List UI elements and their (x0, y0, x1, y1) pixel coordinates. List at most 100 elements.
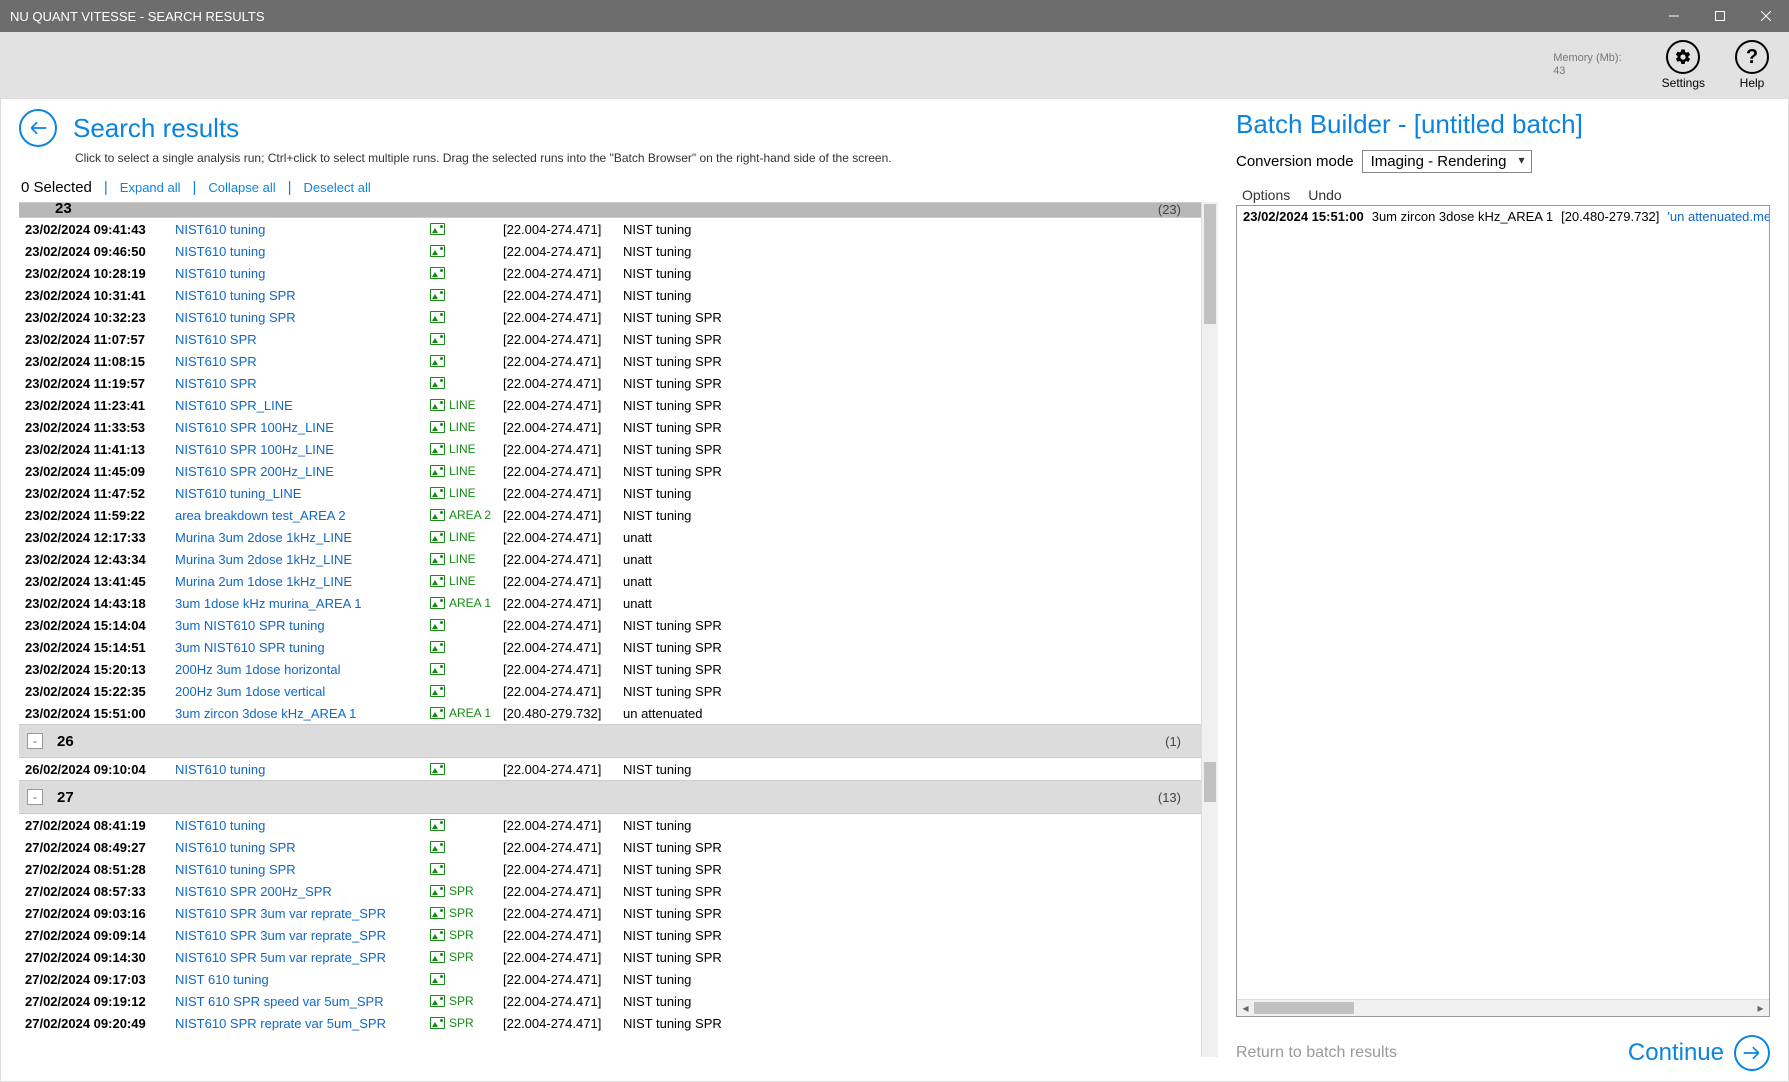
row-name-link[interactable]: NIST610 SPR 200Hz_SPR (175, 884, 425, 899)
result-row[interactable]: 23/02/2024 14:43:18 3um 1dose kHz murina… (19, 592, 1201, 614)
back-button[interactable] (19, 109, 57, 147)
row-name-link[interactable]: Murina 2um 1dose 1kHz_LINE (175, 574, 425, 589)
row-name-link[interactable]: NIST610 tuning (175, 244, 425, 259)
result-row[interactable]: 27/02/2024 09:19:12 NIST 610 SPR speed v… (19, 990, 1201, 1012)
result-row[interactable]: 27/02/2024 08:49:27 NIST610 tuning SPR [… (19, 836, 1201, 858)
row-name-link[interactable]: NIST610 tuning (175, 222, 425, 237)
result-row[interactable]: 27/02/2024 08:51:28 NIST610 tuning SPR [… (19, 858, 1201, 880)
row-name-link[interactable]: Murina 3um 2dose 1kHz_LINE (175, 552, 425, 567)
row-name-link[interactable]: NIST610 SPR 100Hz_LINE (175, 442, 425, 457)
result-row[interactable]: 27/02/2024 09:17:03 NIST 610 tuning [22.… (19, 968, 1201, 990)
row-name-link[interactable]: NIST610 tuning SPR (175, 310, 425, 325)
row-name-link[interactable]: NIST610 tuning (175, 762, 425, 777)
row-name-link[interactable]: 200Hz 3um 1dose horizontal (175, 662, 425, 677)
result-row[interactable]: 23/02/2024 11:59:22 area breakdown test_… (19, 504, 1201, 526)
settings-button[interactable]: Settings (1662, 40, 1705, 90)
return-to-batch-link[interactable]: Return to batch results (1236, 1044, 1397, 1062)
result-row[interactable]: 27/02/2024 08:41:19 NIST610 tuning [22.0… (19, 814, 1201, 836)
result-row[interactable]: 23/02/2024 15:51:00 3um zircon 3dose kHz… (19, 702, 1201, 724)
result-row[interactable]: 23/02/2024 11:19:57 NIST610 SPR [22.004-… (19, 372, 1201, 394)
result-row[interactable]: 23/02/2024 11:45:09 NIST610 SPR 200Hz_LI… (19, 460, 1201, 482)
help-button[interactable]: ? Help (1735, 40, 1769, 90)
row-name-link[interactable]: NIST610 SPR (175, 376, 425, 391)
row-name-link[interactable]: NIST610 tuning SPR (175, 840, 425, 855)
continue-button[interactable]: Continue (1628, 1035, 1770, 1071)
row-name-link[interactable]: NIST610 SPR_LINE (175, 398, 425, 413)
row-name-link[interactable]: 3um zircon 3dose kHz_AREA 1 (175, 706, 425, 721)
vertical-scrollbar[interactable] (1201, 202, 1218, 1057)
result-row[interactable]: 23/02/2024 11:47:52 NIST610 tuning_LINE … (19, 482, 1201, 504)
expand-all-link[interactable]: Expand all (120, 180, 181, 195)
row-name-link[interactable]: NIST610 SPR 3um var reprate_SPR (175, 928, 425, 943)
result-row[interactable]: 23/02/2024 15:20:13 200Hz 3um 1dose hori… (19, 658, 1201, 680)
collapse-toggle[interactable]: - (27, 733, 43, 749)
scrollbar-thumb[interactable] (1204, 204, 1216, 324)
group-header[interactable]: -26(1) (19, 724, 1201, 758)
memory-value: 43 (1553, 65, 1621, 78)
result-row[interactable]: 23/02/2024 11:33:53 NIST610 SPR 100Hz_LI… (19, 416, 1201, 438)
result-row[interactable]: 27/02/2024 09:14:30 NIST610 SPR 5um var … (19, 946, 1201, 968)
result-row[interactable]: 23/02/2024 11:08:15 NIST610 SPR [22.004-… (19, 350, 1201, 372)
group-header[interactable]: -27(13) (19, 780, 1201, 814)
result-row[interactable]: 23/02/2024 12:43:34 Murina 3um 2dose 1kH… (19, 548, 1201, 570)
row-name-link[interactable]: NIST610 SPR reprate var 5um_SPR (175, 1016, 425, 1031)
row-name-link[interactable]: 3um NIST610 SPR tuning (175, 640, 425, 655)
row-name-link[interactable]: NIST610 SPR 200Hz_LINE (175, 464, 425, 479)
close-button[interactable] (1743, 0, 1789, 32)
tab-undo[interactable]: Undo (1308, 187, 1341, 203)
row-name-link[interactable]: area breakdown test_AREA 2 (175, 508, 425, 523)
row-name-link[interactable]: NIST610 tuning SPR (175, 288, 425, 303)
result-row[interactable]: 27/02/2024 08:57:33 NIST610 SPR 200Hz_SP… (19, 880, 1201, 902)
collapse-all-link[interactable]: Collapse all (208, 180, 275, 195)
result-row[interactable]: 23/02/2024 09:46:50 NIST610 tuning [22.0… (19, 240, 1201, 262)
row-name-link[interactable]: 200Hz 3um 1dose vertical (175, 684, 425, 699)
maximize-button[interactable] (1697, 0, 1743, 32)
row-name-link[interactable]: NIST 610 tuning (175, 972, 425, 987)
row-name-link[interactable]: NIST610 tuning SPR (175, 862, 425, 877)
horizontal-scrollbar[interactable]: ◂ ▸ (1237, 999, 1769, 1016)
row-name-link[interactable]: NIST610 tuning (175, 266, 425, 281)
deselect-all-link[interactable]: Deselect all (304, 180, 371, 195)
collapse-toggle[interactable]: - (27, 789, 43, 805)
result-row[interactable]: 27/02/2024 09:20:49 NIST610 SPR reprate … (19, 1012, 1201, 1034)
row-name-link[interactable]: 3um NIST610 SPR tuning (175, 618, 425, 633)
result-row[interactable]: 23/02/2024 12:17:33 Murina 3um 2dose 1kH… (19, 526, 1201, 548)
results-list[interactable]: 23(23) 23/02/2024 09:41:43 NIST610 tunin… (19, 202, 1201, 1057)
result-row[interactable]: 27/02/2024 09:03:16 NIST610 SPR 3um var … (19, 902, 1201, 924)
row-name-link[interactable]: NIST610 SPR 5um var reprate_SPR (175, 950, 425, 965)
result-row[interactable]: 23/02/2024 13:41:45 Murina 2um 1dose 1kH… (19, 570, 1201, 592)
scroll-right-icon[interactable]: ▸ (1752, 1001, 1769, 1015)
batch-row[interactable]: 23/02/2024 15:51:00 3um zircon 3dose kHz… (1237, 206, 1769, 227)
result-row[interactable]: 23/02/2024 11:07:57 NIST610 SPR [22.004-… (19, 328, 1201, 350)
row-name-link[interactable]: NIST610 SPR (175, 354, 425, 369)
result-row[interactable]: 23/02/2024 10:28:19 NIST610 tuning [22.0… (19, 262, 1201, 284)
result-row[interactable]: 23/02/2024 15:14:51 3um NIST610 SPR tuni… (19, 636, 1201, 658)
scrollbar-track[interactable] (1254, 1000, 1752, 1016)
result-row[interactable]: 27/02/2024 09:09:14 NIST610 SPR 3um var … (19, 924, 1201, 946)
result-row[interactable]: 23/02/2024 09:41:43 NIST610 tuning [22.0… (19, 218, 1201, 240)
row-name-link[interactable]: NIST610 SPR (175, 332, 425, 347)
row-name-link[interactable]: NIST610 SPR 100Hz_LINE (175, 420, 425, 435)
group-header[interactable]: 23(23) (19, 202, 1201, 218)
result-row[interactable]: 23/02/2024 15:14:04 3um NIST610 SPR tuni… (19, 614, 1201, 636)
tab-options[interactable]: Options (1242, 187, 1290, 203)
row-name-link[interactable]: NIST610 tuning (175, 818, 425, 833)
result-row[interactable]: 23/02/2024 11:41:13 NIST610 SPR 100Hz_LI… (19, 438, 1201, 460)
result-row[interactable]: 23/02/2024 10:31:41 NIST610 tuning SPR [… (19, 284, 1201, 306)
scrollbar-thumb[interactable] (1204, 762, 1216, 802)
result-row[interactable]: 23/02/2024 11:23:41 NIST610 SPR_LINE LIN… (19, 394, 1201, 416)
row-name-link[interactable]: NIST 610 SPR speed var 5um_SPR (175, 994, 425, 1009)
result-row[interactable]: 23/02/2024 15:22:35 200Hz 3um 1dose vert… (19, 680, 1201, 702)
row-name-link[interactable]: NIST610 SPR 3um var reprate_SPR (175, 906, 425, 921)
row-name-link[interactable]: Murina 3um 2dose 1kHz_LINE (175, 530, 425, 545)
row-name-link[interactable]: NIST610 tuning_LINE (175, 486, 425, 501)
minimize-button[interactable] (1651, 0, 1697, 32)
result-row[interactable]: 26/02/2024 09:10:04 NIST610 tuning [22.0… (19, 758, 1201, 780)
scrollbar-thumb[interactable] (1254, 1002, 1354, 1014)
row-mass-range: [22.004-274.471] (503, 244, 623, 259)
conversion-mode-select[interactable]: Imaging - Rendering (1362, 150, 1532, 173)
result-row[interactable]: 23/02/2024 10:32:23 NIST610 tuning SPR [… (19, 306, 1201, 328)
batch-browser[interactable]: 23/02/2024 15:51:00 3um zircon 3dose kHz… (1236, 205, 1770, 1017)
row-name-link[interactable]: 3um 1dose kHz murina_AREA 1 (175, 596, 425, 611)
scroll-left-icon[interactable]: ◂ (1237, 1001, 1254, 1015)
